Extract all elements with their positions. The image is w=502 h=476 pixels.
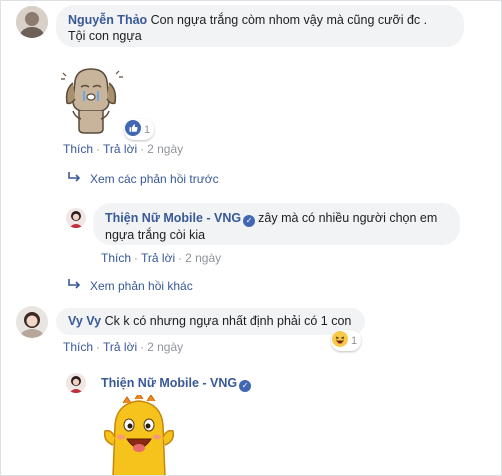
comment-actions: Thích · Trả lời · 2 ngày	[63, 340, 184, 354]
comment-bubble: Vy Vy Ck k có nhưng ngựa nhất định phải …	[56, 308, 365, 335]
comment-author[interactable]: Vy Vy	[68, 314, 101, 328]
sticker-yellow-creature	[95, 392, 185, 475]
view-other-replies-link[interactable]: Xem phản hồi khác	[68, 278, 193, 293]
like-button[interactable]: Thích	[101, 251, 131, 265]
like-button[interactable]: Thích	[63, 142, 93, 156]
view-previous-replies-link[interactable]: Xem các phản hồi trước	[68, 171, 219, 186]
timestamp[interactable]: 2 ngày	[147, 142, 183, 156]
verified-badge-icon: ✓	[243, 215, 256, 227]
comment-author[interactable]: Nguyễn Thảo	[68, 13, 147, 27]
sticker-crying-dog	[57, 63, 127, 137]
reaction-count-number: 1	[351, 334, 358, 347]
haha-icon	[332, 331, 348, 350]
reply-text: zây mà có nhiều người chọn em	[258, 211, 438, 225]
reply-arrow-icon	[68, 171, 90, 186]
reply-actions: Thích · Trả lời · 2 ngày	[101, 251, 222, 265]
comment-text: Ck k có nhưng ngựa nhất định phải có 1 c…	[104, 314, 352, 328]
reply-arrow-icon	[68, 278, 90, 293]
reply-button[interactable]: Trả lời	[103, 142, 137, 156]
reply-text: ngựa trắng còi kia	[105, 228, 206, 242]
reply-bubble: Thiện Nữ Mobile - VNG ✓ zây mà có nhiều ng…	[93, 203, 460, 245]
comment-actions: Thích · Trả lời · 2 ngày	[63, 142, 184, 156]
reaction-count[interactable]: 1	[331, 330, 362, 351]
reply-button[interactable]: Trả lời	[103, 340, 137, 354]
avatar[interactable]	[66, 373, 86, 393]
reaction-count[interactable]: 1	[124, 119, 155, 140]
timestamp[interactable]: 2 ngày	[147, 340, 183, 354]
reply-button[interactable]: Trả lời	[141, 251, 175, 265]
reply-author[interactable]: Thiện Nữ Mobile - VNG	[101, 376, 237, 390]
reaction-count-number: 1	[144, 123, 151, 136]
avatar[interactable]	[16, 306, 48, 338]
comment-text: Con ngựa trắng còm nhom vậy mà cũng cưỡi…	[150, 13, 428, 27]
avatar[interactable]	[66, 208, 86, 228]
reply-author[interactable]: Thiện Nữ Mobile - VNG	[105, 211, 241, 225]
comment-text: Tội con ngựa	[68, 29, 142, 43]
view-previous-replies-label: Xem các phản hồi trước	[90, 171, 219, 186]
view-other-replies-label: Xem phản hồi khác	[90, 278, 193, 293]
comment-thread: Nguyễn Thảo Con ngựa trắng còm nhom vậy …	[0, 0, 502, 476]
like-button[interactable]: Thích	[63, 340, 93, 354]
like-icon	[125, 120, 141, 139]
reply-header: Thiện Nữ Mobile - VNG ✓	[101, 376, 254, 392]
verified-badge-icon: ✓	[239, 380, 252, 392]
avatar[interactable]	[16, 6, 48, 38]
timestamp[interactable]: 2 ngày	[185, 251, 221, 265]
comment-bubble: Nguyễn Thảo Con ngựa trắng còm nhom vậy …	[56, 5, 464, 47]
